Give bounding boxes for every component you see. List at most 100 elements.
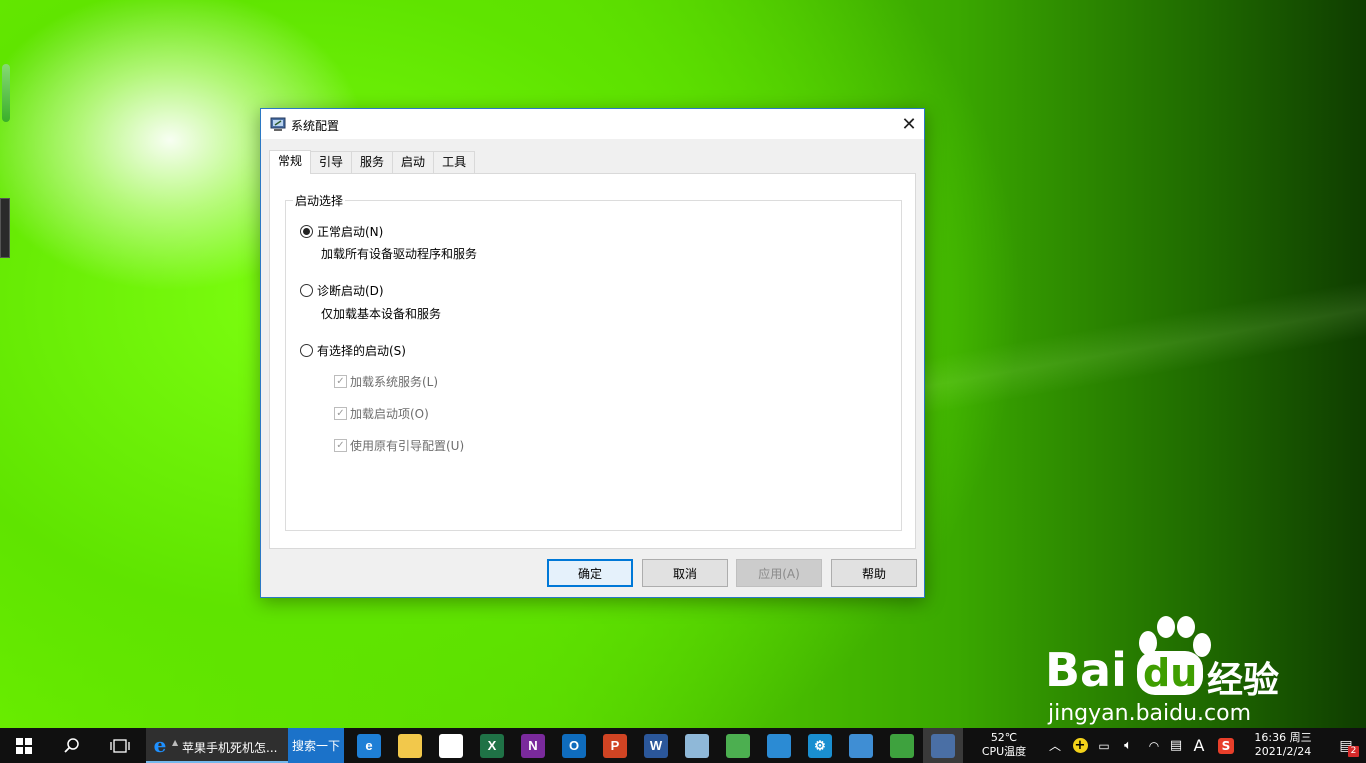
taskbar-app-button[interactable]: ⚙	[800, 728, 840, 763]
settings-app-icon: ⚙	[808, 733, 832, 758]
ime-indicator[interactable]: A	[1189, 728, 1209, 763]
battery-icon[interactable]: ▭	[1094, 728, 1114, 763]
dialog-titlebar[interactable]: 系统配置 ✕	[261, 109, 924, 139]
cancel-button[interactable]: 取消	[642, 559, 728, 587]
msconfig-icon	[270, 117, 286, 131]
msconfig-app-icon	[931, 733, 955, 758]
radio-indicator[interactable]	[300, 344, 313, 357]
word-icon: W	[644, 733, 668, 758]
start-button[interactable]	[0, 728, 48, 763]
taskbar-app-button[interactable]: W	[636, 728, 676, 763]
show-hidden-icons-chevron[interactable]: ︿	[1046, 728, 1064, 763]
ie-arrow-icon: ▲	[172, 738, 179, 747]
watermark-brand-du: du	[1137, 651, 1204, 695]
onenote-icon: N	[521, 733, 545, 758]
ok-button[interactable]: 确定	[547, 559, 633, 587]
checkbox-checked-icon[interactable]: ✓	[334, 375, 347, 388]
taskbar-app-button[interactable]: O	[554, 728, 594, 763]
notification-count-badge: 2	[1348, 746, 1359, 757]
sogou-ime-icon[interactable]: S	[1215, 728, 1237, 763]
edge-icon: e	[357, 733, 381, 758]
selective-startup-radio[interactable]: 有选择的启动(S)	[300, 342, 406, 359]
general-tab-panel: 启动选择 正常启动(N) 加载所有设备驱动程序和服务 诊断启动(D) 仅加载基本…	[269, 173, 916, 549]
wallpaper-streak	[900, 250, 1366, 450]
help-button[interactable]: 帮助	[831, 559, 917, 587]
photo-app-icon	[890, 733, 914, 758]
load-system-services-label: 加载系统服务(L)	[350, 375, 439, 389]
taskbar-app-button[interactable]: X	[472, 728, 512, 763]
taskbar: e ▲ 苹果手机死机怎... 搜索一下 e X N O P W ⚙ 52℃ CPU温度 ︿ …	[0, 728, 1366, 763]
paint-icon	[685, 733, 709, 758]
radio-indicator[interactable]	[300, 284, 313, 297]
taskbar-app-button[interactable]	[677, 728, 717, 763]
taskbar-app-button[interactable]: N	[513, 728, 553, 763]
cpu-temperature-value: 52℃	[990, 731, 1018, 744]
tray-plus-icon[interactable]: +	[1070, 728, 1090, 763]
normal-startup-label: 正常启动(N)	[317, 225, 384, 239]
diagnostic-startup-label: 诊断启动(D)	[317, 284, 384, 298]
ie-icon: e	[153, 733, 167, 757]
load-startup-items-label: 加载启动项(O)	[350, 407, 429, 421]
clock-time: 16:36 周三	[1254, 731, 1312, 744]
remote-app-icon	[849, 733, 873, 758]
action-message-icon[interactable]: ▤	[1166, 728, 1186, 763]
diagnostic-startup-description: 仅加载基本设备和服务	[321, 307, 442, 321]
use-original-boot-config-label: 使用原有引导配置(U)	[350, 439, 465, 453]
excel-icon: X	[480, 733, 504, 758]
cpu-temperature-label: CPU温度	[981, 745, 1027, 758]
selective-startup-label: 有选择的启动(S)	[317, 344, 406, 358]
task-view-icon	[110, 738, 130, 753]
outlook-icon: O	[562, 733, 586, 758]
taskbar-app-button[interactable]	[759, 728, 799, 763]
ie-task-label: 苹果手机死机怎...	[182, 741, 278, 755]
load-startup-items-checkbox[interactable]: ✓ 加载启动项(O)	[334, 405, 429, 422]
checkbox-checked-icon[interactable]: ✓	[334, 439, 347, 452]
close-icon: ✕	[901, 113, 917, 135]
search-button[interactable]	[48, 728, 96, 763]
store-icon	[439, 733, 463, 758]
cpu-temperature[interactable]: 52℃ CPU温度	[975, 731, 1033, 759]
volume-icon[interactable]: 🔈︎	[1118, 728, 1138, 763]
watermark-product: 经验	[1207, 660, 1280, 701]
baidu-jingyan-watermark: Bai du 经验 jingyan.baidu.com	[1045, 615, 1335, 726]
taskbar-app-button[interactable]	[718, 728, 758, 763]
notification-center-button[interactable]: ▤ 2	[1328, 728, 1364, 763]
radio-indicator[interactable]	[300, 225, 313, 238]
wifi-icon[interactable]: ◠	[1144, 728, 1164, 763]
tab-services[interactable]: 服务	[351, 151, 394, 174]
desktop-gadget-panel[interactable]	[0, 198, 10, 258]
use-original-boot-config-checkbox[interactable]: ✓ 使用原有引导配置(U)	[334, 437, 464, 454]
taskbar-app-button[interactable]: e	[349, 728, 389, 763]
ie-taskbar-button[interactable]: e ▲ 苹果手机死机怎...	[146, 728, 288, 763]
windows-logo-icon	[16, 737, 32, 754]
clock[interactable]: 16:36 周三 2021/2/24	[1248, 731, 1318, 759]
tab-boot[interactable]: 引导	[310, 151, 353, 174]
taskbar-app-button[interactable]	[923, 728, 963, 763]
tab-startup[interactable]: 启动	[392, 151, 435, 174]
apply-button[interactable]: 应用(A)	[736, 559, 822, 587]
diagnostic-startup-radio[interactable]: 诊断启动(D)	[300, 282, 384, 299]
close-button[interactable]: ✕	[894, 109, 924, 139]
checkbox-checked-icon[interactable]: ✓	[334, 407, 347, 420]
load-system-services-checkbox[interactable]: ✓ 加载系统服务(L)	[334, 373, 438, 390]
taskbar-app-button[interactable]	[390, 728, 430, 763]
tab-strip: 常规 引导 服务 启动 工具	[269, 150, 476, 174]
green-app-icon	[726, 733, 750, 758]
taskbar-app-button[interactable]	[431, 728, 471, 763]
taskbar-app-button[interactable]	[841, 728, 881, 763]
desktop-gadget-bar[interactable]	[2, 64, 10, 122]
baidu-search-button[interactable]: 搜索一下	[288, 728, 344, 763]
tab-general[interactable]: 常规	[269, 150, 312, 174]
dialog-title: 系统配置	[291, 119, 340, 133]
watermark-url: jingyan.baidu.com	[1048, 701, 1252, 726]
search-icon	[64, 737, 79, 753]
taskbar-app-button[interactable]	[882, 728, 922, 763]
taskbar-app-button[interactable]: P	[595, 728, 635, 763]
file-explorer-icon	[398, 733, 422, 758]
powerpoint-icon: P	[603, 733, 627, 758]
normal-startup-radio[interactable]: 正常启动(N)	[300, 223, 383, 240]
startup-selection-group: 启动选择 正常启动(N) 加载所有设备驱动程序和服务 诊断启动(D) 仅加载基本…	[285, 192, 902, 531]
system-configuration-dialog: 系统配置 ✕ 常规 引导 服务 启动 工具 启动选择 正常启动(N) 加载所有设…	[260, 108, 925, 598]
tab-tools[interactable]: 工具	[433, 151, 476, 174]
task-view-button[interactable]	[96, 728, 144, 763]
